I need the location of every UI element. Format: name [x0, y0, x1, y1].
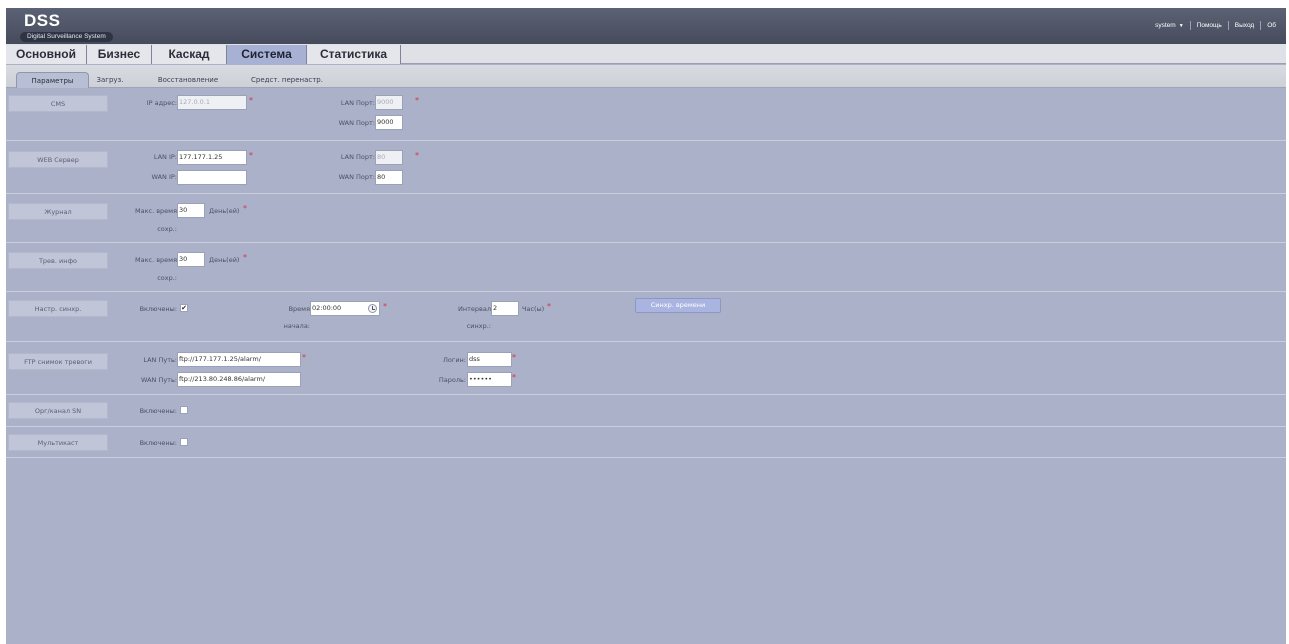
sync-interval-label: Интервал — [458, 305, 491, 313]
journal-days-field[interactable]: 30 — [177, 203, 205, 218]
multicast-enabled-label: Включены: — [139, 439, 177, 447]
subtab-upload[interactable]: Загруз. — [92, 72, 128, 88]
org-sn-enabled-label: Включены: — [139, 407, 177, 415]
time-sync-row: Настр. синхр. Включены: ✔ Время начала: … — [6, 293, 1286, 342]
tab-basic[interactable]: Основной — [6, 45, 87, 64]
alarm-days-field[interactable]: 30 — [177, 252, 205, 267]
web-wan-ip-label: WAN IP: — [151, 173, 177, 181]
cms-wan-port-label: WAN Порт: — [338, 119, 375, 127]
web-wan-port-label: WAN Порт: — [338, 173, 375, 181]
sync-enabled-checkbox[interactable]: ✔ — [180, 304, 188, 312]
help-link[interactable]: Помощь — [1197, 22, 1222, 29]
org-sn-row: Орг/канал SN Включены: — [6, 396, 1286, 427]
subtab-reconfig-tools[interactable]: Средст. перенастр. — [235, 72, 339, 88]
divider — [1227, 21, 1229, 30]
web-wan-ip-field[interactable] — [177, 170, 247, 185]
required-marker: * — [249, 151, 253, 160]
app-subtitle: Digital Surveillance System — [20, 32, 113, 42]
journal-days-unit: День(ей) — [209, 207, 240, 215]
ftp-password-label: Пароль: — [438, 376, 466, 384]
section-label-web-server: WEB Сервер — [8, 151, 108, 168]
section-label-multicast: Мультикаст — [8, 434, 108, 451]
sync-interval-field[interactable]: 2 — [491, 301, 519, 316]
cms-wan-port-field[interactable]: 9000 — [375, 115, 403, 130]
required-marker: * — [249, 96, 253, 105]
cms-lan-port-label: LAN Порт: — [340, 99, 375, 107]
multicast-enabled-checkbox[interactable] — [180, 438, 188, 446]
top-links: system ▼ Помощь Выход Об — [1155, 21, 1276, 30]
journal-row: Журнал Макс. время сохр.: 30 День(ей) * — [6, 195, 1286, 243]
user-name: system — [1155, 22, 1176, 29]
section-label-time-sync: Настр. синхр. — [8, 300, 108, 317]
section-label-journal: Журнал — [8, 203, 108, 220]
logout-link[interactable]: Выход — [1235, 22, 1254, 29]
alarm-days-unit: День(ей) — [209, 256, 240, 264]
caret-down-icon: ▼ — [1178, 23, 1184, 29]
alarm-max-time-label: Макс. время — [135, 256, 177, 264]
ftp-login-label: Логин: — [443, 356, 466, 364]
journal-max-time-label-2: сохр.: — [157, 225, 177, 233]
clock-icon[interactable] — [368, 304, 377, 313]
cms-lan-port-field[interactable]: 9000 — [375, 95, 403, 110]
web-lan-ip-field[interactable]: 177.177.1.25 — [177, 150, 247, 165]
top-header: DSS Digital Surveillance System system ▼ … — [6, 8, 1286, 44]
web-wan-port-field[interactable]: 80 — [375, 170, 403, 185]
ip-address-label: IP адрес: — [146, 99, 177, 107]
sync-interval-label-2: синхр.: — [466, 322, 491, 330]
user-menu[interactable]: system ▼ — [1155, 22, 1184, 29]
tab-statistics[interactable]: Статистика — [307, 45, 401, 64]
required-marker: * — [243, 253, 247, 262]
section-label-org-sn: Орг/канал SN — [8, 402, 108, 419]
required-marker: * — [415, 151, 419, 160]
main-tabs: Основной Бизнес Каскад Система Статистик… — [6, 44, 1286, 64]
sync-interval-unit: Час(ы) — [522, 305, 545, 313]
checkmark-icon: ✔ — [181, 304, 187, 312]
multicast-row: Мультикаст Включены: — [6, 428, 1286, 458]
web-server-row: WEB Сервер LAN IP: 177.177.1.25 * WAN IP… — [6, 142, 1286, 194]
section-label-ftp: FTP снимок тревоги — [8, 353, 108, 370]
ftp-lan-path-label: LAN Путь: — [143, 356, 177, 364]
org-sn-enabled-checkbox[interactable] — [180, 406, 188, 414]
ftp-password-field[interactable]: •••••• — [467, 372, 512, 387]
divider — [1260, 21, 1262, 30]
cms-ip-field[interactable]: 127.0.0.1 — [177, 95, 247, 110]
tab-system[interactable]: Система — [227, 45, 307, 64]
alarm-max-time-label-2: сохр.: — [157, 274, 177, 282]
ftp-lan-path-field[interactable]: ftp://177.177.1.25/alarm/ — [177, 352, 301, 367]
ftp-wan-path-label: WAN Путь: — [141, 376, 177, 384]
app-window: DSS Digital Surveillance System system ▼ … — [6, 8, 1286, 644]
required-marker: * — [302, 353, 306, 362]
sync-time-button[interactable]: Синхр. времени — [635, 298, 721, 313]
cms-row: CMS IP адрес: 127.0.0.1 * LAN Порт: 9000… — [6, 93, 1286, 141]
subtab-parameters[interactable]: Параметры — [16, 72, 89, 88]
alarm-info-row: Трев. инфо Макс. время сохр.: 30 День(ей… — [6, 244, 1286, 292]
ftp-row: FTP снимок тревоги LAN Путь: ftp://177.1… — [6, 343, 1286, 395]
section-label-cms: CMS — [8, 95, 108, 112]
sub-tabs: Параметры Загруз. Восстановление Средст.… — [6, 65, 1286, 88]
divider — [1189, 21, 1191, 30]
tab-cascade[interactable]: Каскад — [152, 45, 227, 64]
web-lan-port-field[interactable]: 80 — [375, 150, 403, 165]
sync-start-time-label-2: начала: — [283, 322, 310, 330]
subtab-restore[interactable]: Восстановление — [142, 72, 234, 88]
web-lan-ip-label: LAN IP: — [153, 153, 177, 161]
required-marker: * — [383, 302, 387, 311]
section-label-alarm-info: Трев. инфо — [8, 252, 108, 269]
required-marker: * — [512, 353, 516, 362]
sync-start-time-label: Время — [288, 305, 310, 313]
ftp-wan-path-field[interactable]: ftp://213.80.248.86/alarm/ — [177, 372, 301, 387]
sync-enabled-label: Включены: — [139, 305, 177, 313]
ftp-login-field[interactable]: dss — [467, 352, 512, 367]
tab-business[interactable]: Бизнес — [87, 45, 152, 64]
journal-max-time-label: Макс. время — [135, 207, 177, 215]
web-lan-port-label: LAN Порт: — [340, 153, 375, 161]
app-logo: DSS — [24, 11, 61, 30]
about-link[interactable]: Об — [1267, 22, 1276, 29]
required-marker: * — [243, 204, 247, 213]
required-marker: * — [512, 373, 516, 382]
required-marker: * — [547, 302, 551, 311]
required-marker: * — [415, 96, 419, 105]
